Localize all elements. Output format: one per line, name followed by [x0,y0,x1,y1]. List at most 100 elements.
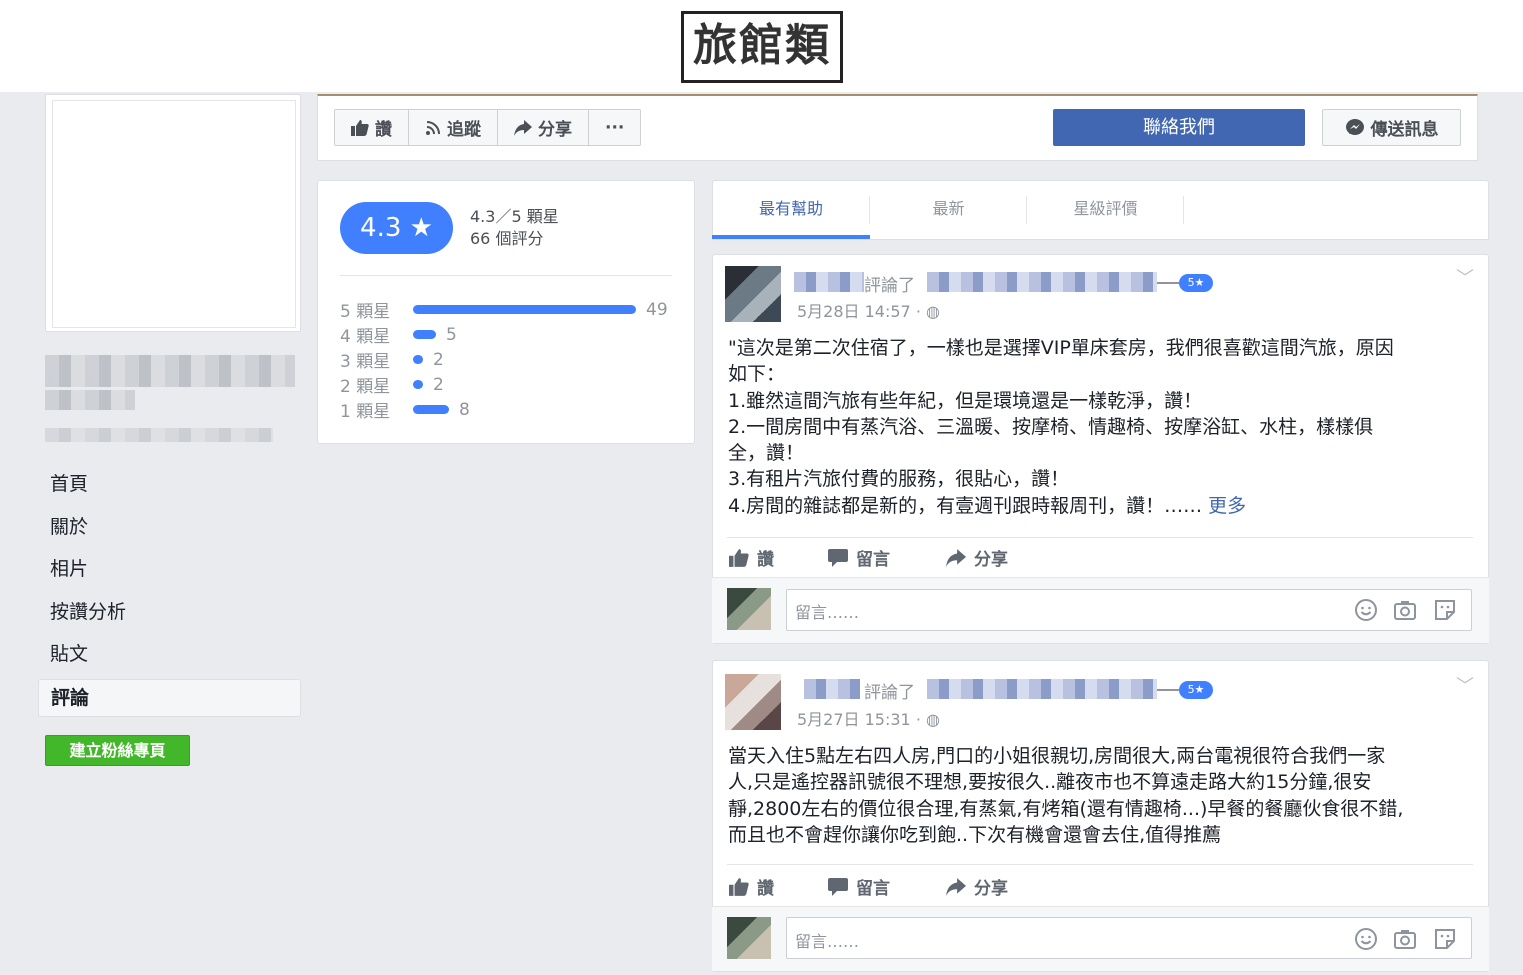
reviewer-avatar[interactable] [725,674,781,730]
page-name-blurred[interactable] [927,272,1157,292]
more-options-button[interactable]: ··· [589,110,640,145]
rating-row: 3 顆星 2 [340,347,444,373]
sidebar-item-about[interactable]: 關於 [38,506,301,549]
commented-text: 評論了 [864,276,915,296]
rating-row-bar [413,405,449,414]
rating-row-bar [413,305,636,314]
rating-score-badge: 4.3 ★ [340,202,453,254]
rating-row-count: 5 [446,324,457,345]
share-arrow-icon [946,548,966,567]
star-icon: ★ [409,213,433,243]
share-label: 分享 [974,550,1008,570]
globe-icon: ◍ [926,710,940,729]
rating-row-label: 3 顆星 [340,352,391,372]
chevron-down-icon[interactable]: ﹀ [1456,264,1474,290]
rating-row-count: 49 [646,299,668,320]
sticker-icon[interactable] [1433,598,1457,622]
send-message-button[interactable]: 傳送訊息 [1322,109,1461,146]
rating-row: 5 顆星 49 [340,297,668,323]
like-button[interactable]: 讚 [729,874,774,899]
review-body-text: "這次是第二次住宿了，一樣也是選擇VIP單床套房，我們很喜歡這間汽旅，原因 如下… [728,337,1394,517]
rating-summary-text: 4.3／5 顆星 66 個評分 [470,206,559,250]
tab-most-helpful[interactable]: 最有幫助 [712,181,870,239]
review-body: "這次是第二次住宿了，一樣也是選擇VIP單床套房，我們很喜歡這間汽旅，原因 如下… [728,335,1474,519]
review-time-text: 5月27日 15:31 · [797,710,926,729]
rating-score: 4.3 [360,213,402,243]
star-rating-badge: 5★ [1179,681,1213,699]
user-avatar [727,917,771,959]
category-title: 旅館類 [681,11,843,83]
profile-picture-frame [52,100,296,328]
rating-row: 2 顆星 2 [340,372,444,398]
rating-row-label: 2 顆星 [340,377,391,397]
rating-row-bar [413,380,423,389]
page-name-blurred [45,355,295,387]
see-more-link[interactable]: 更多 [1202,495,1246,517]
comment-button[interactable]: 留言 [828,874,890,899]
reviewer-avatar[interactable] [725,266,781,322]
rating-row-bar [413,330,436,339]
reviewer-name-blurred[interactable] [794,272,864,292]
user-avatar [727,588,771,630]
sidebar-item-likes[interactable]: 按讚分析 [38,591,301,634]
share-arrow-icon [514,119,532,136]
chevron-down-icon[interactable]: ﹀ [1456,672,1474,698]
tab-star-rating[interactable]: 星級評價 [1027,181,1184,239]
emoji-icon[interactable] [1354,927,1378,951]
create-page-button[interactable]: 建立粉絲專頁 [45,735,190,766]
share-page-button[interactable]: 分享 [498,110,589,145]
like-page-button[interactable]: 讚 [335,110,409,145]
sidebar-item-home[interactable]: 首頁 [38,463,301,506]
divider [340,275,672,276]
comment-label: 留言 [856,879,890,899]
tab-newest[interactable]: 最新 [870,181,1027,239]
rating-row: 1 顆星 8 [340,397,470,423]
comment-label: 留言 [856,550,890,570]
thumbs-up-icon [729,548,749,567]
tab-divider [1183,196,1184,224]
rating-dash [1157,689,1179,691]
active-tab-indicator [712,235,870,239]
comment-button[interactable]: 留言 [828,545,890,570]
sidebar-item-posts[interactable]: 貼文 [38,633,301,676]
reviewer-name-blurred[interactable] [804,679,860,699]
rating-row-bar [413,355,423,364]
thumbs-up-icon [729,877,749,896]
review-time-text: 5月28日 14:57 · [797,302,926,321]
star-rating-badge: 5★ [1179,274,1213,292]
commented-text: 評論了 [864,683,915,703]
sidebar-item-photos[interactable]: 相片 [38,548,301,591]
follow-page-button[interactable]: 追蹤 [409,110,498,145]
page-name-blurred[interactable] [927,679,1157,699]
share-button[interactable]: 分享 [946,545,1008,570]
comment-bubble-icon [828,548,848,567]
like-label: 讚 [757,879,774,899]
page-handle-blurred [45,390,135,410]
rating-row-count: 2 [433,349,444,370]
share-button[interactable]: 分享 [946,874,1008,899]
camera-icon[interactable] [1393,598,1417,622]
globe-icon: ◍ [926,302,940,321]
emoji-icon[interactable] [1354,598,1378,622]
rating-row-label: 5 顆星 [340,302,391,322]
sidebar-item-reviews[interactable]: 評論 [38,678,301,717]
like-button[interactable]: 讚 [729,545,774,570]
share-arrow-icon [946,877,966,896]
sticker-icon[interactable] [1433,927,1457,951]
sidebar-nav: 首頁 關於 相片 按讚分析 貼文 評論 [38,463,301,717]
share-label: 分享 [974,879,1008,899]
review-timestamp[interactable]: 5月27日 15:31 · ◍ [797,706,940,730]
camera-icon[interactable] [1393,927,1417,951]
contact-us-button[interactable]: 聯絡我們 [1053,109,1305,146]
page-category-blurred [45,428,273,442]
rating-row: 4 顆星 5 [340,322,457,348]
review-timestamp[interactable]: 5月28日 14:57 · ◍ [797,298,940,322]
like-page-label: 讚 [375,120,392,140]
page-button-group: 讚 追蹤 分享 ··· [334,109,642,146]
thumbs-up-icon [351,119,369,136]
messenger-icon [1345,118,1364,135]
comment-placeholder: 留言…… [795,932,860,951]
comment-bubble-icon [828,877,848,896]
rating-count-text: 66 個評分 [470,229,544,248]
more-options-icon: ··· [605,117,625,138]
